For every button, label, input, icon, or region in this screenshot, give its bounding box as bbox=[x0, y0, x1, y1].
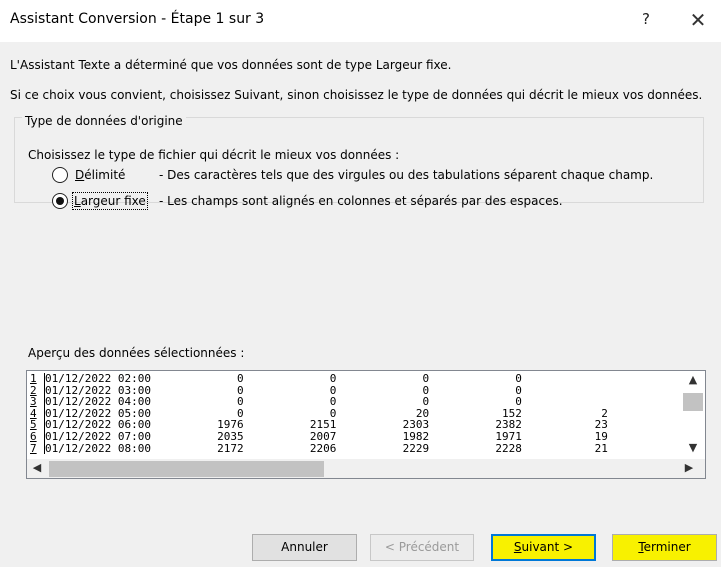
row-text: 01/12/2022 08:00 2172 2206 2229 2228 21 bbox=[45, 441, 608, 455]
radio-selected-dot bbox=[56, 197, 64, 205]
help-button[interactable]: ? bbox=[634, 10, 658, 32]
intro-line-1: L'Assistant Texte a déterminé que vos do… bbox=[10, 58, 452, 72]
group-prompt: Choisissez le type de fichier qui décrit… bbox=[28, 148, 400, 162]
radio-fixed-width[interactable]: Largeur fixe bbox=[52, 192, 162, 211]
next-button[interactable]: Suivant > bbox=[491, 534, 596, 561]
finish-button[interactable]: Terminer bbox=[612, 534, 717, 561]
close-button[interactable]: ✕ bbox=[684, 8, 712, 34]
radio-delimited-label[interactable]: Délimité bbox=[75, 168, 125, 182]
data-preview[interactable]: 1 01/12/2022 02:00 0 0 0 0 2 01/12/2022 03… bbox=[26, 370, 706, 479]
vertical-scroll-thumb[interactable] bbox=[683, 393, 703, 411]
window-title: Assistant Conversion - Étape 1 sur 3 bbox=[10, 11, 265, 27]
row-number: 7 bbox=[30, 442, 45, 455]
scroll-right-arrow-icon[interactable]: ▶ bbox=[681, 461, 697, 477]
row-number: 1 bbox=[30, 373, 45, 385]
radio-delimited-description: - Des caractères tels que des virgules o… bbox=[159, 168, 654, 182]
scroll-up-arrow-icon[interactable]: ▲ bbox=[683, 373, 703, 389]
cancel-button[interactable]: Annuler bbox=[252, 534, 357, 561]
radio-delimited[interactable]: Délimité bbox=[52, 167, 162, 185]
horizontal-scroll-thumb[interactable] bbox=[49, 461, 324, 477]
radio-fixed-width-description: - Les champs sont alignés en colonnes et… bbox=[159, 194, 563, 208]
group-legend: Type de données d'origine bbox=[22, 114, 186, 128]
scroll-down-arrow-icon[interactable]: ▼ bbox=[683, 441, 703, 457]
radio-fixed-width-label[interactable]: Largeur fixe bbox=[72, 192, 148, 210]
row-text: 01/12/2022 07:00 2035 2007 1982 1971 19 bbox=[45, 429, 608, 443]
row-number: 6 bbox=[30, 431, 45, 443]
previous-button[interactable]: < Précédent bbox=[370, 534, 474, 561]
radio-fixed-width-circle[interactable] bbox=[52, 193, 68, 209]
preview-label: Aperçu des données sélectionnées : bbox=[28, 346, 245, 360]
intro-line-2: Si ce choix vous convient, choisissez Su… bbox=[10, 88, 703, 102]
radio-delimited-circle[interactable] bbox=[52, 167, 68, 183]
row-text: 01/12/2022 02:00 0 0 0 0 bbox=[45, 372, 608, 385]
scroll-left-arrow-icon[interactable]: ◀ bbox=[29, 461, 45, 477]
